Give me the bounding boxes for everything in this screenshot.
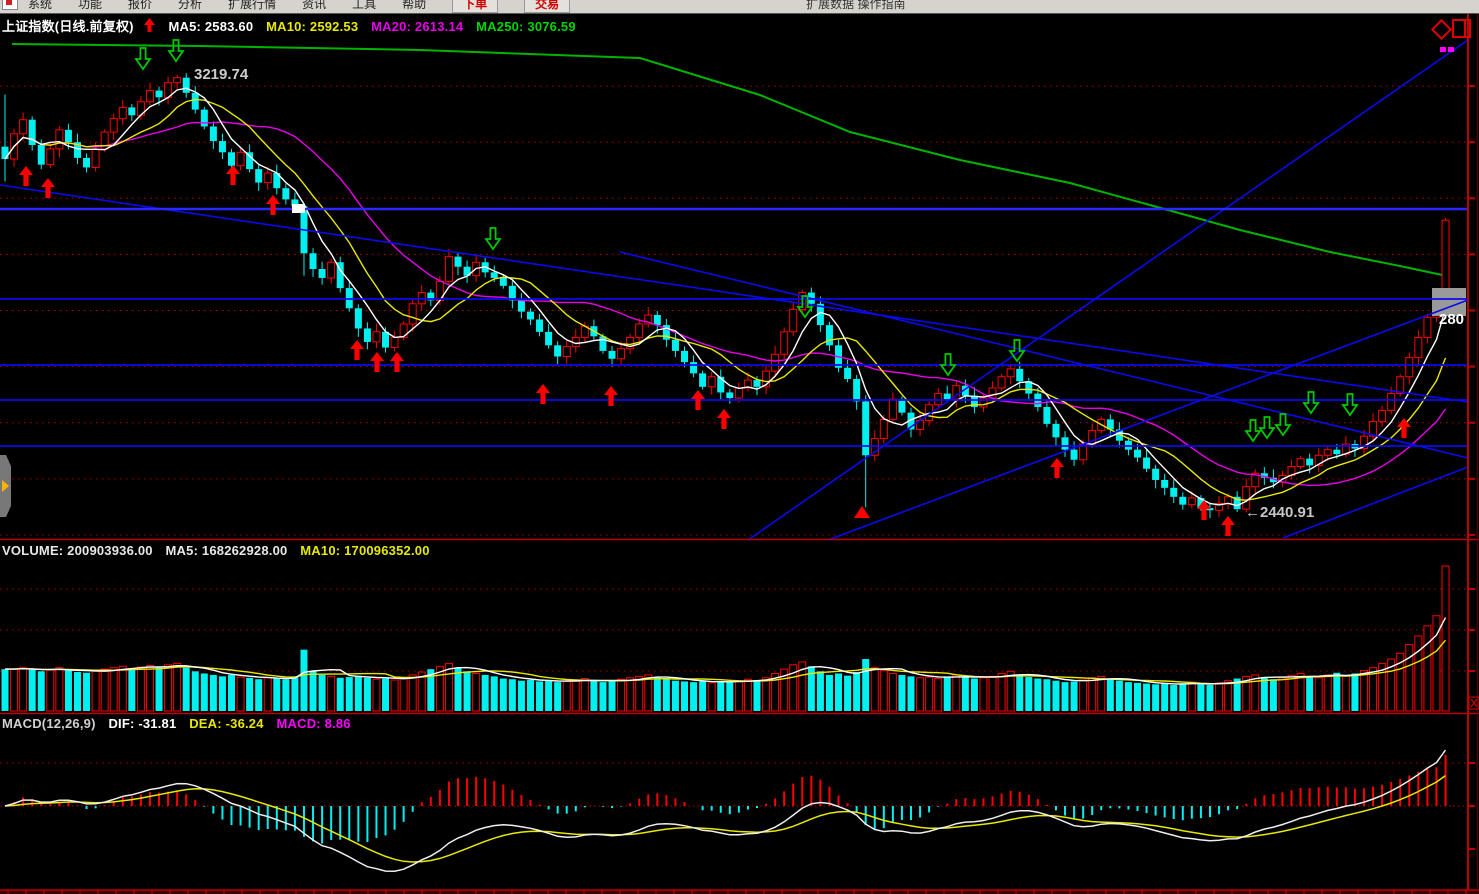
magenta-dot-icon — [1448, 47, 1454, 52]
sell-arrow-icon — [486, 228, 500, 249]
main-gridlines — [0, 86, 1468, 535]
buy-arrow-icon — [1221, 516, 1235, 536]
sell-arrow-icon — [1260, 417, 1274, 438]
ma250-value: MA250: 3076.59 — [476, 19, 576, 34]
split-window-icon[interactable] — [1452, 19, 1471, 38]
buy-arrow-icon — [1050, 458, 1064, 478]
volume-pane-header: VOLUME: 200903936.00 MA5: 168262928.00 M… — [2, 543, 439, 558]
magenta-dot-icon — [1440, 47, 1446, 52]
sell-arrow-icon — [136, 48, 150, 69]
ma5-value: MA5: 2583.60 — [168, 19, 253, 34]
macd-name: MACD(12,26,9) — [2, 716, 96, 731]
chart-canvas[interactable] — [0, 0, 1479, 894]
buy-arrow-icon — [604, 386, 618, 406]
sell-arrow-icon — [1276, 414, 1290, 435]
latest-price-tag: 280 — [1439, 311, 1464, 328]
signal-markers — [19, 40, 1411, 536]
ma20-value: MA20: 2613.14 — [371, 19, 463, 34]
trough-price-label: ←2440.91 — [1245, 504, 1314, 521]
ma10-value: MA10: 2592.53 — [266, 19, 358, 34]
trendlines — [0, 40, 1468, 540]
macd-pane-header: MACD(12,26,9) DIF: -31.81 DEA: -36.24 MA… — [2, 716, 360, 731]
buy-arrow-icon — [41, 178, 55, 198]
sell-arrow-icon — [169, 40, 183, 61]
buy-arrow-icon — [350, 340, 364, 360]
buy-arrow-icon — [536, 384, 550, 404]
sell-arrow-icon — [1343, 394, 1357, 415]
symbol-title: 上证指数(日线.前复权) — [2, 19, 134, 34]
volume-ma5-value: MA5: 168262928.00 — [166, 543, 288, 558]
trading-terminal: 系统 功能 报价 分析 扩展行情 资讯 工具 帮助 下单 交易 扩展数据 操作指… — [0, 0, 1479, 894]
buy-arrow-icon — [717, 409, 731, 429]
expand-arrow-icon — [2, 480, 9, 492]
macd-pane — [0, 750, 1468, 871]
volume-value: VOLUME: 200903936.00 — [2, 543, 153, 558]
volume-ma10-value: MA10: 170096352.00 — [300, 543, 429, 558]
peak-price-label: 3219.74 — [194, 66, 248, 83]
volume-pane — [0, 566, 1468, 711]
dif-value: DIF: -31.81 — [108, 716, 176, 731]
buy-arrow-icon — [226, 165, 240, 185]
buy-triangle-icon — [854, 506, 870, 518]
buy-arrow-icon — [19, 166, 33, 186]
buy-arrow-icon — [266, 195, 280, 215]
buy-arrow-icon — [1397, 418, 1411, 438]
macd-value: MACD: 8.86 — [276, 716, 350, 731]
buy-arrow-icon — [390, 352, 404, 372]
dea-value: DEA: -36.24 — [189, 716, 263, 731]
sidebar-collapse-handle[interactable] — [0, 455, 11, 517]
sell-arrow-icon — [1304, 392, 1318, 413]
up-arrow-icon — [143, 19, 156, 34]
sell-arrow-icon — [1010, 340, 1024, 361]
buy-arrow-icon — [370, 352, 384, 372]
candlestick-series — [2, 73, 1450, 518]
main-chart-header: 上证指数(日线.前复权) MA5: 2583.60 MA10: 2592.53 … — [2, 16, 585, 35]
ma20-line — [5, 122, 1446, 485]
